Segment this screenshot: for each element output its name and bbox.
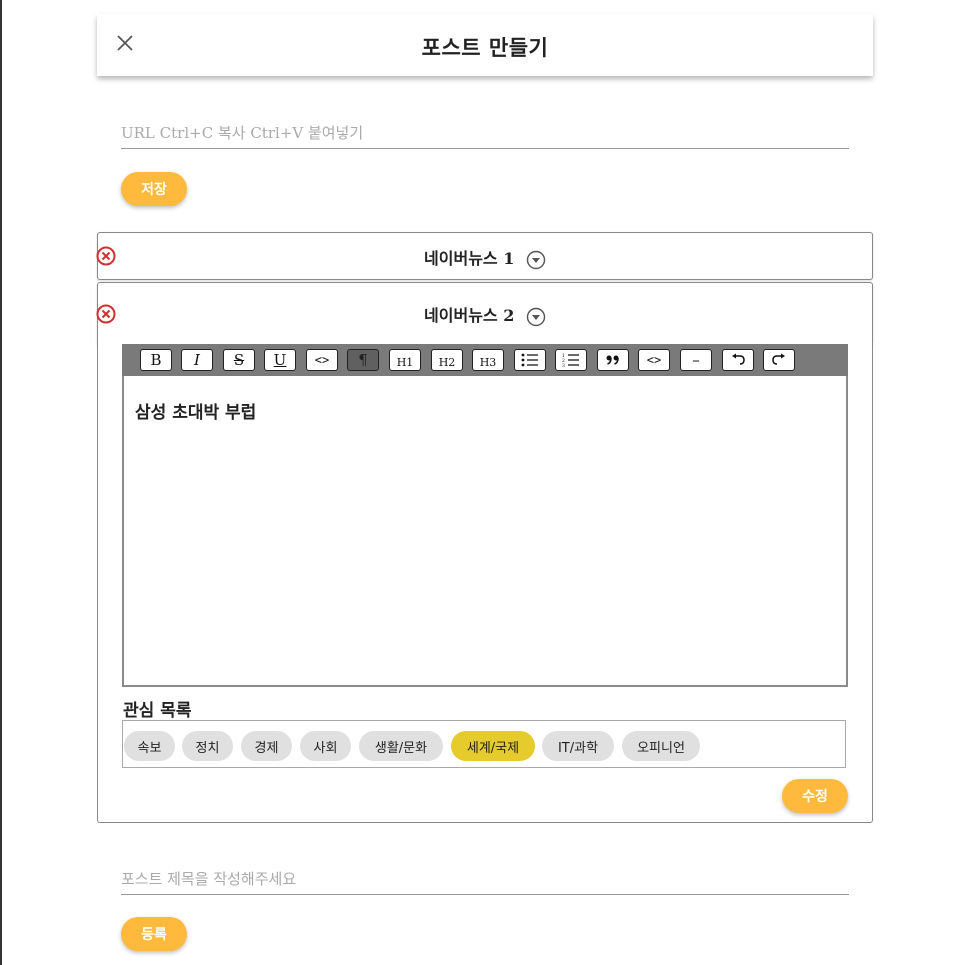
h3-button[interactable]: H3: [472, 349, 504, 371]
redo-button[interactable]: [763, 349, 795, 371]
underline-button[interactable]: U: [264, 349, 296, 371]
italic-button[interactable]: I: [181, 349, 213, 371]
interest-chip-group: 속보 정치 경제 사회 생활/문화 세계/국제 IT/과학 오피니언: [122, 720, 846, 768]
h1-label: H1: [396, 356, 414, 369]
news-item-title: 네이버뉴스 2: [424, 306, 515, 325]
chip-politics[interactable]: 정치: [182, 731, 233, 761]
editor-content[interactable]: 삼성 초대박 부럽: [135, 398, 256, 423]
chip-world[interactable]: 세계/국제: [451, 731, 535, 761]
italic-label: I: [194, 351, 200, 369]
chevron-down-circle-icon[interactable]: [526, 307, 546, 327]
code-block-label: <>: [646, 353, 662, 367]
left-border: [0, 0, 2, 965]
h2-button[interactable]: H2: [431, 349, 463, 371]
redo-icon: [772, 353, 785, 365]
paragraph-label: ¶: [358, 351, 368, 369]
horizontal-rule-button[interactable]: –: [680, 349, 712, 371]
page-title: 포스트 만들기: [421, 35, 549, 60]
save-button[interactable]: 저장: [121, 172, 187, 206]
chip-it-science[interactable]: IT/과학: [542, 731, 614, 761]
news-item[interactable]: 네이버뉴스 2: [96, 282, 873, 346]
ordered-list-button[interactable]: 123: [555, 349, 587, 371]
quote-icon: [606, 355, 619, 365]
news-item-editor-panel: B I S U <> ¶ H1 H2 H3 123 <> – 삼성 초대박 부럽…: [97, 344, 873, 823]
register-button[interactable]: 등록: [121, 917, 187, 951]
h3-label: H3: [479, 356, 497, 369]
chip-breaking[interactable]: 속보: [124, 731, 175, 761]
url-input[interactable]: [121, 118, 849, 149]
news-item-title: 네이버뉴스 1: [424, 249, 515, 268]
strike-button[interactable]: S: [223, 349, 255, 371]
code-block-button[interactable]: <>: [638, 349, 670, 371]
rich-text-editor[interactable]: 삼성 초대박 부럽: [122, 376, 848, 687]
chip-life-culture[interactable]: 생활/문화: [359, 731, 443, 761]
bold-button[interactable]: B: [140, 349, 172, 371]
ordered-list-icon: 123: [562, 353, 579, 367]
undo-icon: [732, 353, 745, 365]
editor-toolbar: B I S U <> ¶ H1 H2 H3 123 <> –: [122, 344, 848, 376]
interest-label: 관심 목록: [123, 701, 192, 721]
strike-label: S: [233, 351, 245, 369]
bullet-list-icon: [521, 353, 538, 367]
post-title-input[interactable]: [121, 864, 849, 895]
undo-button[interactable]: [722, 349, 754, 371]
code-label: <>: [314, 353, 330, 367]
chevron-down-circle-icon[interactable]: [526, 250, 546, 270]
svg-text:3: 3: [562, 363, 565, 367]
bold-label: B: [150, 351, 162, 369]
blockquote-button[interactable]: [597, 349, 629, 371]
h1-button[interactable]: H1: [389, 349, 421, 371]
code-button[interactable]: <>: [306, 349, 338, 371]
app-header: 포스트 만들기: [97, 14, 873, 76]
paragraph-button[interactable]: ¶: [347, 349, 379, 371]
bullet-list-button[interactable]: [514, 349, 546, 371]
news-item[interactable]: 네이버뉴스 1: [96, 232, 873, 280]
edit-button[interactable]: 수정: [782, 779, 848, 813]
horizontal-rule-label: –: [692, 351, 700, 369]
chip-opinion[interactable]: 오피니언: [622, 731, 700, 761]
underline-label: U: [273, 351, 287, 369]
chip-society[interactable]: 사회: [300, 731, 351, 761]
chip-economy[interactable]: 경제: [241, 731, 292, 761]
h2-label: H2: [438, 356, 456, 369]
